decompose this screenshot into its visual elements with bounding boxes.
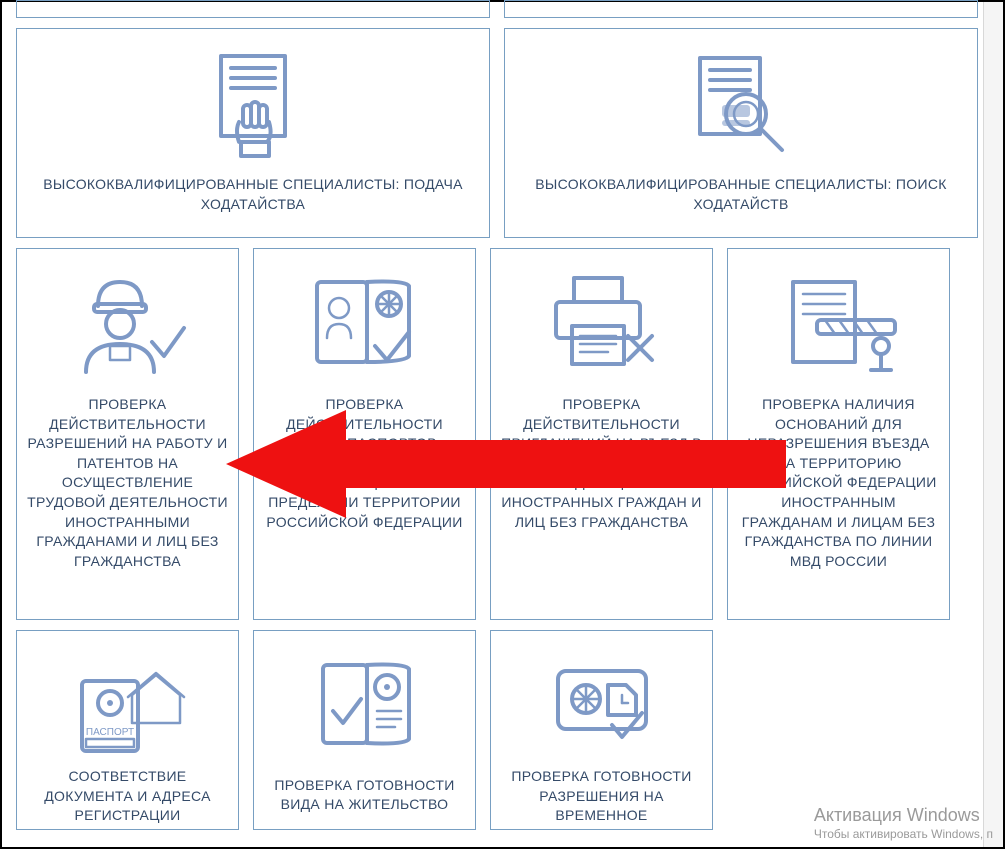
card-label: ПРОВЕРКА ГОТОВНОСТИ ВИДА НА ЖИТЕЛЬСТВО [264, 776, 465, 815]
card-label: ПРОВЕРКА ГОТОВНОСТИ РАЗРЕШЕНИЯ НА ВРЕМЕН… [501, 767, 702, 826]
card-label: ПРОВЕРКА ДЕЙСТВИТЕЛЬНОСТИ ПРИГЛАШЕНИЙ НА… [501, 395, 702, 532]
card-doc-address-match[interactable]: ПАСПОРТ СООТВЕТСТВИЕ ДОКУМЕНТА И АДРЕСА … [16, 630, 239, 830]
card-stub[interactable] [504, 0, 978, 18]
card-check-invite[interactable]: ПРОВЕРКА ДЕЙСТВИТЕЛЬНОСТИ ПРИГЛАШЕНИЙ НА… [490, 248, 713, 620]
card-submit-petition[interactable]: ВЫСОКОКВАЛИФИЦИРОВАННЫЕ СПЕЦИАЛИСТЫ: ПОД… [16, 28, 490, 238]
card-label: ПРОВЕРКА ДЕЙСТВИТЕЛЬНОСТИ ЗАГРАНПАСПОРТО… [264, 395, 465, 532]
grid-row-stub [16, 0, 979, 18]
worker-check-icon [27, 265, 228, 385]
barrier-icon [738, 265, 939, 385]
grid-row: ВЫСОКОКВАЛИФИЦИРОВАННЫЕ СПЕЦИАЛИСТЫ: ПОД… [16, 28, 979, 238]
card-check-temporary[interactable]: ПРОВЕРКА ГОТОВНОСТИ РАЗРЕШЕНИЯ НА ВРЕМЕН… [490, 630, 713, 830]
svg-text:ПАСПОРТ: ПАСПОРТ [85, 727, 133, 738]
card-check-residence[interactable]: ПРОВЕРКА ГОТОВНОСТИ ВИДА НА ЖИТЕЛЬСТВО [253, 630, 476, 830]
passport-house-icon: ПАСПОРТ [27, 647, 228, 757]
card-label: ВЫСОКОКВАЛИФИЦИРОВАННЫЕ СПЕЦИАЛИСТЫ: ПОИ… [515, 175, 967, 214]
card-label: ПРОВЕРКА НАЛИЧИЯ ОСНОВАНИЙ ДЛЯ НЕРАЗРЕШЕ… [738, 395, 939, 571]
scrollbar[interactable] [983, 2, 1003, 847]
app-frame: ВЫСОКОКВАЛИФИЦИРОВАННЫЕ СПЕЦИАЛИСТЫ: ПОД… [0, 0, 1005, 849]
open-passport-icon [264, 647, 465, 766]
printer-cross-icon [501, 265, 702, 385]
card-check-passport-abroad[interactable]: ПРОВЕРКА ДЕЙСТВИТЕЛЬНОСТИ ЗАГРАНПАСПОРТО… [253, 248, 476, 620]
services-grid: ВЫСОКОКВАЛИФИЦИРОВАННЫЕ СПЕЦИАЛИСТЫ: ПОД… [16, 2, 979, 820]
card-stub[interactable] [16, 0, 490, 18]
card-search-petition[interactable]: ВЫСОКОКВАЛИФИЦИРОВАННЫЕ СПЕЦИАЛИСТЫ: ПОИ… [504, 28, 978, 238]
passport-check-icon [264, 265, 465, 385]
submit-petition-icon [27, 45, 479, 165]
card-check-entry-ban[interactable]: ПРОВЕРКА НАЛИЧИЯ ОСНОВАНИЙ ДЛЯ НЕРАЗРЕШЕ… [727, 248, 950, 620]
search-petition-icon [515, 45, 967, 165]
badge-clock-icon [501, 647, 702, 757]
card-label: СООТВЕТСТВИЕ ДОКУМЕНТА И АДРЕСА РЕГИСТРА… [27, 767, 228, 826]
grid-row: ПАСПОРТ СООТВЕТСТВИЕ ДОКУМЕНТА И АДРЕСА … [16, 630, 979, 830]
card-check-work-permit[interactable]: ПРОВЕРКА ДЕЙСТВИТЕЛЬНОСТИ РАЗРЕШЕНИЙ НА … [16, 248, 239, 620]
grid-row: ПРОВЕРКА ДЕЙСТВИТЕЛЬНОСТИ РАЗРЕШЕНИЙ НА … [16, 248, 979, 620]
card-label: ВЫСОКОКВАЛИФИЦИРОВАННЫЕ СПЕЦИАЛИСТЫ: ПОД… [27, 175, 479, 214]
card-label: ПРОВЕРКА ДЕЙСТВИТЕЛЬНОСТИ РАЗРЕШЕНИЙ НА … [27, 395, 228, 571]
